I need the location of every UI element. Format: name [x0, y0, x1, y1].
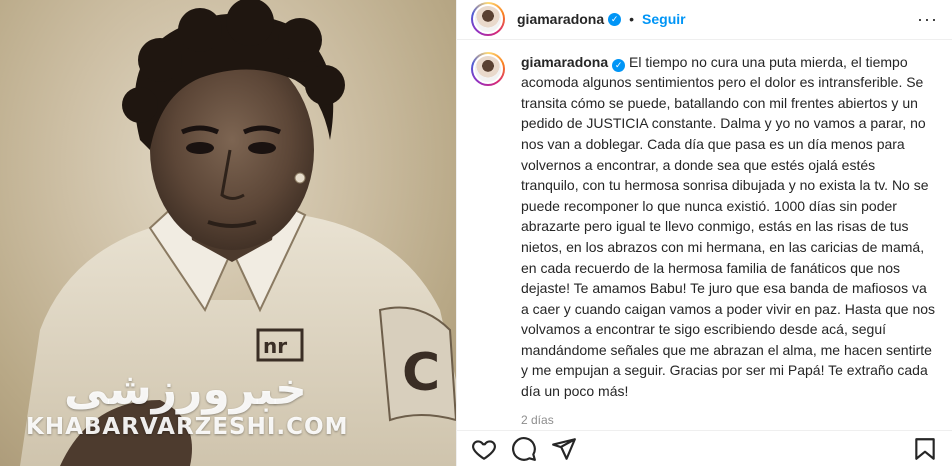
header-username[interactable]: giamaradona	[517, 11, 604, 27]
svg-text:C: C	[402, 343, 440, 403]
site-watermark: خبرورزشی KHABARVARZESHI.COM	[26, 364, 349, 441]
post-side-panel: giamaradona ✓ • Seguir ··· giamaradona ✓ …	[456, 0, 952, 466]
watermark-persian: خبرورزشی	[64, 364, 307, 415]
heart-icon[interactable]	[471, 436, 497, 462]
post-date[interactable]: 2 días	[521, 410, 936, 431]
follow-button[interactable]: Seguir	[642, 11, 686, 27]
post-photo[interactable]: nr C خبرورزشی KHABARVARZESHI.COM	[0, 0, 456, 466]
post-actions	[457, 430, 952, 466]
watermark-latin: KHABARVARZESHI.COM	[26, 414, 349, 440]
avatar-image	[473, 53, 503, 84]
instagram-post: nr C خبرورزشی KHABARVARZESHI.COM giamara…	[0, 0, 952, 466]
post-caption: giamaradona ✓ El tiempo no cura una puta …	[457, 40, 952, 431]
bookmark-icon[interactable]	[912, 436, 938, 462]
svg-text:nr: nr	[263, 334, 287, 358]
separator-dot: •	[629, 11, 635, 28]
comment-icon[interactable]	[511, 436, 537, 462]
post-header: giamaradona ✓ • Seguir ···	[457, 0, 952, 40]
caption-text: El tiempo no cura una puta mierda, el ti…	[521, 53, 936, 400]
share-icon[interactable]	[551, 436, 577, 462]
verified-badge-icon: ✓	[608, 12, 622, 26]
caption-body: giamaradona ✓ El tiempo no cura una puta …	[521, 52, 936, 431]
avatar[interactable]	[471, 2, 505, 37]
verified-badge-icon: ✓	[612, 58, 626, 72]
caption-username[interactable]: giamaradona	[521, 54, 608, 70]
caption-avatar[interactable]	[471, 51, 505, 86]
more-options-icon[interactable]: ···	[917, 9, 938, 30]
avatar-image	[473, 4, 503, 35]
